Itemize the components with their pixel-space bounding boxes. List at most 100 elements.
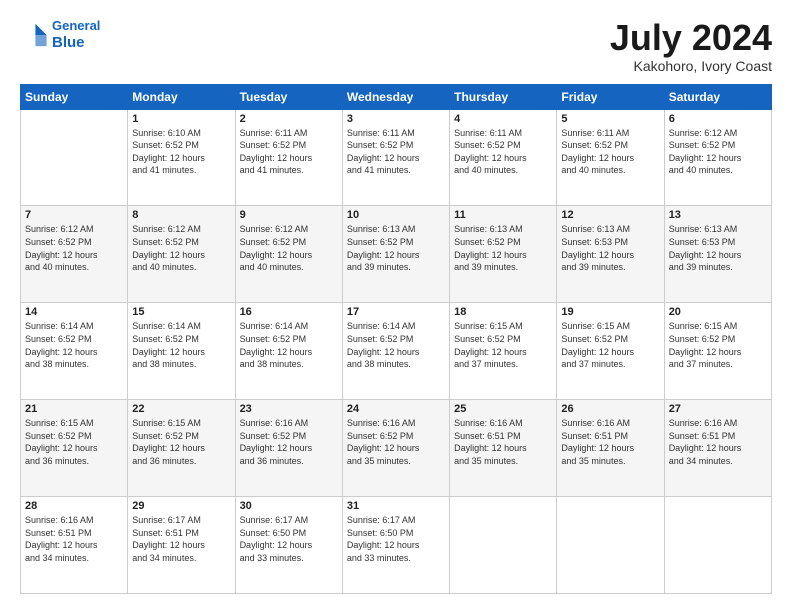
logo-line1: General [52,18,100,33]
calendar-cell: 12Sunrise: 6:13 AM Sunset: 6:53 PM Dayli… [557,206,664,303]
day-info: Sunrise: 6:14 AM Sunset: 6:52 PM Dayligh… [347,320,445,370]
day-info: Sunrise: 6:16 AM Sunset: 6:51 PM Dayligh… [561,417,659,467]
day-number: 31 [347,500,445,512]
header: General Blue July 2024 Kakohoro, Ivory C… [20,18,772,74]
day-info: Sunrise: 6:16 AM Sunset: 6:51 PM Dayligh… [669,417,767,467]
day-info: Sunrise: 6:13 AM Sunset: 6:52 PM Dayligh… [347,223,445,273]
logo-text: General Blue [52,18,100,52]
calendar-cell: 26 Sunrise: 6:16 AM Sunset: 6:51 PM Dayli… [557,400,664,497]
day-number: 14 [25,306,123,318]
day-info: Sunrise: 6:10 AM Sunset: 6:52 PM Dayligh… [132,127,230,177]
day-info: Sunrise: 6:13 AM Sunset: 6:53 PM Dayligh… [669,223,767,273]
main-title: July 2024 [610,18,772,58]
day-info: Sunrise: 6:17 AM Sunset: 6:50 PM Dayligh… [240,514,338,564]
day-info: Sunrise: 6:11 AM Sunset: 6:52 PM Dayligh… [454,127,552,177]
day-info: Sunrise: 6:11 AM Sunset: 6:52 PM Dayligh… [240,127,338,177]
day-number: 9 [240,209,338,221]
day-info: Sunrise: 6:13 AM Sunset: 6:52 PM Dayligh… [454,223,552,273]
calendar-cell: 28 Sunrise: 6:16 AM Sunset: 6:51 PM Dayli… [21,497,128,594]
calendar-cell: 27 Sunrise: 6:16 AM Sunset: 6:51 PM Dayli… [664,400,771,497]
day-info: Sunrise: 6:15 AM Sunset: 6:52 PM Dayligh… [561,320,659,370]
day-info: Sunrise: 6:12 AM Sunset: 6:52 PM Dayligh… [132,223,230,273]
day-info: Sunrise: 6:14 AM Sunset: 6:52 PM Dayligh… [25,320,123,370]
page: General Blue July 2024 Kakohoro, Ivory C… [0,0,792,612]
day-number: 17 [347,306,445,318]
calendar-header-sunday: Sunday [21,84,128,109]
calendar-week-2: 7Sunrise: 6:12 AM Sunset: 6:52 PM Daylig… [21,206,772,303]
logo-icon [20,21,48,49]
day-number: 23 [240,403,338,415]
calendar-cell: 21Sunrise: 6:15 AM Sunset: 6:52 PM Dayli… [21,400,128,497]
calendar-cell [21,109,128,206]
day-info: Sunrise: 6:16 AM Sunset: 6:51 PM Dayligh… [25,514,123,564]
day-number: 13 [669,209,767,221]
logo-line2: Blue [52,34,85,51]
calendar-week-3: 14 Sunrise: 6:14 AM Sunset: 6:52 PM Dayli… [21,303,772,400]
calendar-cell: 19 Sunrise: 6:15 AM Sunset: 6:52 PM Dayli… [557,303,664,400]
day-number: 28 [25,500,123,512]
day-number: 1 [132,113,230,125]
day-info: Sunrise: 6:14 AM Sunset: 6:52 PM Dayligh… [240,320,338,370]
calendar-cell: 9Sunrise: 6:12 AM Sunset: 6:52 PM Daylig… [235,206,342,303]
calendar-header-monday: Monday [128,84,235,109]
calendar-header-thursday: Thursday [450,84,557,109]
calendar-table: SundayMondayTuesdayWednesdayThursdayFrid… [20,84,772,594]
calendar-cell: 30 Sunrise: 6:17 AM Sunset: 6:50 PM Dayli… [235,497,342,594]
day-number: 6 [669,113,767,125]
calendar-cell: 23 Sunrise: 6:16 AM Sunset: 6:52 PM Dayli… [235,400,342,497]
day-info: Sunrise: 6:12 AM Sunset: 6:52 PM Dayligh… [669,127,767,177]
calendar-cell: 2 Sunrise: 6:11 AM Sunset: 6:52 PM Daylig… [235,109,342,206]
calendar-cell: 13 Sunrise: 6:13 AM Sunset: 6:53 PM Dayli… [664,206,771,303]
day-number: 3 [347,113,445,125]
calendar-cell: 5 Sunrise: 6:11 AM Sunset: 6:52 PM Daylig… [557,109,664,206]
calendar-cell: 16 Sunrise: 6:14 AM Sunset: 6:52 PM Dayli… [235,303,342,400]
calendar-cell: 17 Sunrise: 6:14 AM Sunset: 6:52 PM Dayli… [342,303,449,400]
day-number: 8 [132,209,230,221]
day-number: 27 [669,403,767,415]
day-info: Sunrise: 6:11 AM Sunset: 6:52 PM Dayligh… [561,127,659,177]
day-info: Sunrise: 6:11 AM Sunset: 6:52 PM Dayligh… [347,127,445,177]
day-number: 16 [240,306,338,318]
day-info: Sunrise: 6:16 AM Sunset: 6:52 PM Dayligh… [240,417,338,467]
day-number: 30 [240,500,338,512]
day-number: 10 [347,209,445,221]
calendar-cell: 22 Sunrise: 6:15 AM Sunset: 6:52 PM Dayli… [128,400,235,497]
calendar-week-5: 28 Sunrise: 6:16 AM Sunset: 6:51 PM Dayli… [21,497,772,594]
day-info: Sunrise: 6:17 AM Sunset: 6:50 PM Dayligh… [347,514,445,564]
title-block: July 2024 Kakohoro, Ivory Coast [610,18,772,74]
calendar-cell: 14 Sunrise: 6:14 AM Sunset: 6:52 PM Dayli… [21,303,128,400]
calendar-header-wednesday: Wednesday [342,84,449,109]
calendar-cell: 11 Sunrise: 6:13 AM Sunset: 6:52 PM Dayli… [450,206,557,303]
day-number: 24 [347,403,445,415]
calendar-cell: 1 Sunrise: 6:10 AM Sunset: 6:52 PM Daylig… [128,109,235,206]
calendar-cell: 15Sunrise: 6:14 AM Sunset: 6:52 PM Dayli… [128,303,235,400]
day-number: 26 [561,403,659,415]
day-number: 19 [561,306,659,318]
day-number: 22 [132,403,230,415]
day-number: 29 [132,500,230,512]
day-number: 5 [561,113,659,125]
calendar-cell: 3 Sunrise: 6:11 AM Sunset: 6:52 PM Daylig… [342,109,449,206]
calendar-cell: 29 Sunrise: 6:17 AM Sunset: 6:51 PM Dayli… [128,497,235,594]
day-number: 11 [454,209,552,221]
day-number: 25 [454,403,552,415]
day-number: 4 [454,113,552,125]
calendar-cell: 18Sunrise: 6:15 AM Sunset: 6:52 PM Dayli… [450,303,557,400]
calendar-cell: 8 Sunrise: 6:12 AM Sunset: 6:52 PM Daylig… [128,206,235,303]
calendar-cell: 10 Sunrise: 6:13 AM Sunset: 6:52 PM Dayli… [342,206,449,303]
day-info: Sunrise: 6:16 AM Sunset: 6:51 PM Dayligh… [454,417,552,467]
day-info: Sunrise: 6:15 AM Sunset: 6:52 PM Dayligh… [132,417,230,467]
calendar-header-saturday: Saturday [664,84,771,109]
calendar-header-friday: Friday [557,84,664,109]
day-info: Sunrise: 6:17 AM Sunset: 6:51 PM Dayligh… [132,514,230,564]
calendar-cell [664,497,771,594]
calendar-cell: 31 Sunrise: 6:17 AM Sunset: 6:50 PM Dayli… [342,497,449,594]
calendar-header-row: SundayMondayTuesdayWednesdayThursdayFrid… [21,84,772,109]
day-number: 15 [132,306,230,318]
calendar-cell: 25 Sunrise: 6:16 AM Sunset: 6:51 PM Dayli… [450,400,557,497]
calendar-header-tuesday: Tuesday [235,84,342,109]
day-info: Sunrise: 6:15 AM Sunset: 6:52 PM Dayligh… [454,320,552,370]
calendar-week-1: 1 Sunrise: 6:10 AM Sunset: 6:52 PM Daylig… [21,109,772,206]
day-info: Sunrise: 6:16 AM Sunset: 6:52 PM Dayligh… [347,417,445,467]
day-number: 2 [240,113,338,125]
